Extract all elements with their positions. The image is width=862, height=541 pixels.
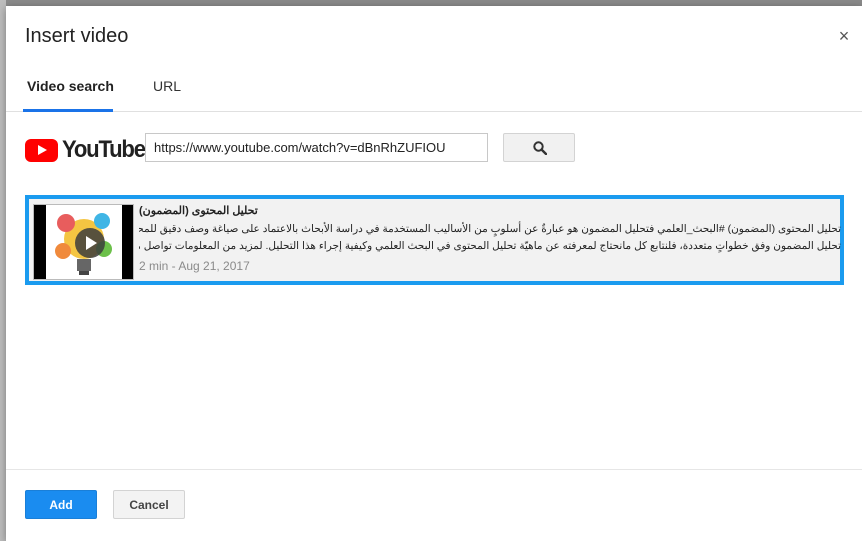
video-thumbnail[interactable]: [33, 204, 134, 280]
video-result-item[interactable]: تحليل المحتوى (المضمون) تحليل المحتوى (ا…: [25, 195, 844, 285]
play-icon: [75, 228, 105, 258]
active-tab-indicator: [23, 109, 113, 112]
add-button[interactable]: Add: [25, 490, 97, 519]
close-icon[interactable]: ×: [834, 26, 854, 46]
description-line: تحليل المضمون وفق خطواتٍ متعددة، فلنتابع…: [139, 240, 841, 252]
thumbnail-image: [46, 205, 122, 279]
search-icon: [533, 141, 547, 155]
video-title: تحليل المحتوى (المضمون): [139, 205, 258, 217]
search-button[interactable]: [503, 133, 575, 162]
youtube-wordmark: YouTube: [62, 136, 146, 163]
description-line: تحليل المحتوى (المضمون) #البحث_العلمي فت…: [139, 223, 841, 235]
youtube-logo: YouTube: [25, 136, 146, 163]
footer-divider: [6, 469, 862, 470]
video-description: تحليل المحتوى (المضمون) #البحث_العلمي فت…: [139, 221, 841, 255]
youtube-play-icon: [25, 139, 58, 162]
cancel-button[interactable]: Cancel: [113, 490, 185, 519]
search-input[interactable]: [145, 133, 488, 162]
video-meta: 2 min - Aug 21, 2017: [139, 259, 250, 273]
tab-video-search[interactable]: Video search: [27, 66, 114, 112]
tab-bar: Video search URL: [6, 66, 862, 112]
insert-video-dialog: Insert video × Video search URL YouTube: [6, 6, 862, 541]
tab-url[interactable]: URL: [153, 66, 181, 112]
dialog-title: Insert video: [25, 25, 129, 47]
